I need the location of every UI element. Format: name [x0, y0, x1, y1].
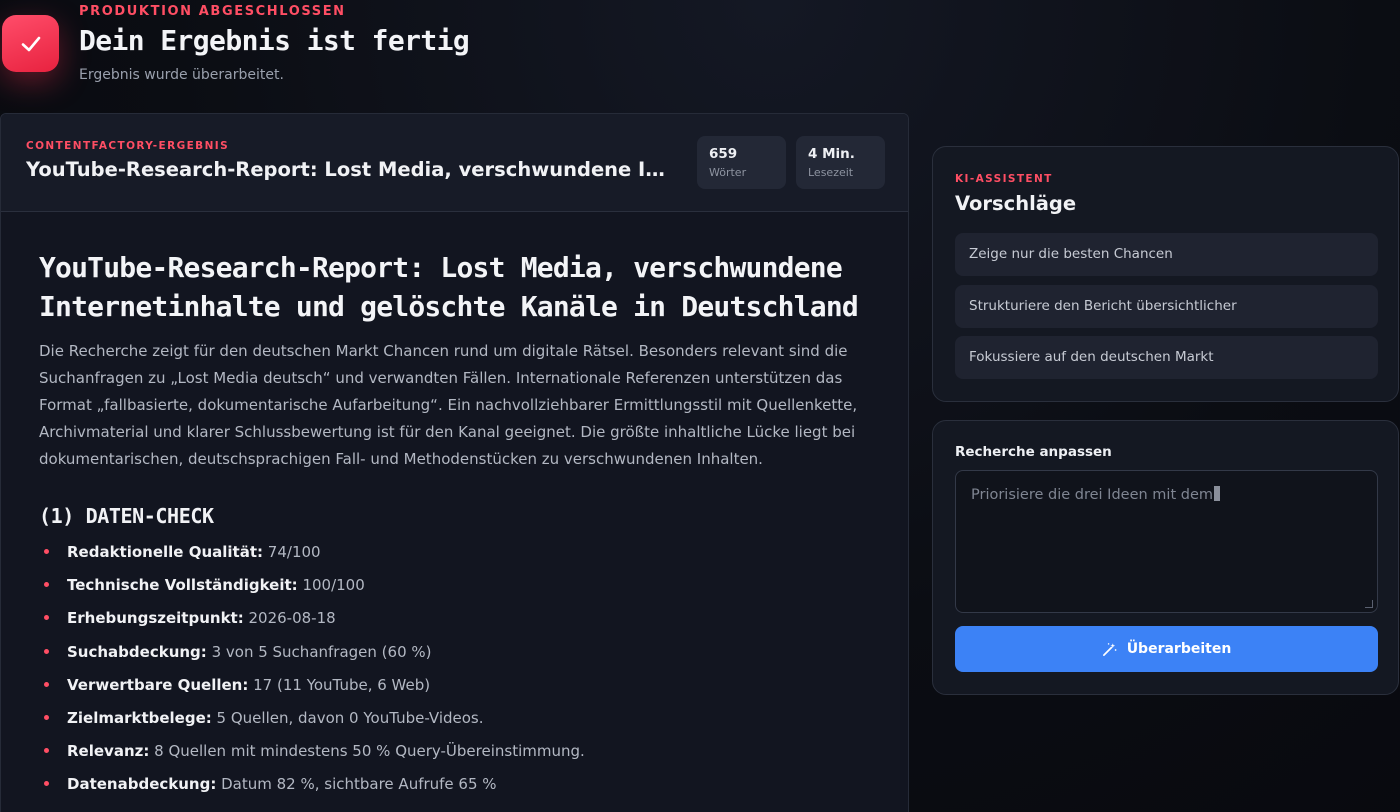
result-card-header: CONTENTFACTORY-ERGEBNIS YouTube-Research…: [1, 114, 908, 212]
list-item: Redaktionelle Qualität: 74/100: [39, 542, 879, 575]
assistant-title: Vorschläge: [955, 192, 1077, 215]
revise-button-label: Überarbeiten: [1126, 641, 1232, 657]
fact-value: 3 von 5 Suchanfragen (60 %): [211, 642, 432, 661]
page-title: Dein Ergebnis ist fertig: [79, 24, 470, 57]
list-item: Zielmarktbelege: 5 Quellen, davon 0 YouT…: [39, 708, 879, 741]
stat-label: Lesezeit: [808, 166, 854, 179]
fact-value: 2026-08-18: [248, 609, 336, 628]
list-item: Datenabdeckung: Datum 82 %, sichtbare Au…: [39, 774, 879, 807]
magic-wand-icon: [1102, 642, 1117, 656]
success-badge: [2, 15, 59, 72]
report-intro: Die Recherche zeigt für den deutschen Ma…: [39, 342, 858, 468]
section-title: (1) DATEN-CHECK: [39, 504, 214, 528]
bullet-icon: [44, 748, 49, 754]
result-title: YouTube-Research-Report: Lost Media, ver…: [26, 158, 676, 181]
bullet-icon: [44, 681, 49, 687]
list-item: Technische Vollständigkeit: 100/100: [39, 575, 879, 608]
list-item: Verwertbare Quellen: 17 (11 YouTube, 6 W…: [39, 675, 879, 708]
adjust-textarea[interactable]: Priorisiere die drei Ideen mit dem: [955, 470, 1378, 613]
fact-key: Technische Vollständigkeit:: [67, 576, 298, 595]
assistant-eyebrow: KI-ASSISTENT: [955, 173, 1053, 185]
stat-reading-time: 4 Min. Lesezeit: [796, 136, 885, 189]
stat-value: 4 Min.: [808, 146, 855, 162]
report-heading: YouTube-Research-Report: Lost Media, ver…: [39, 251, 859, 323]
suggestion-best-chances[interactable]: Zeige nur die besten Chancen: [955, 233, 1378, 276]
fact-key: Datenabdeckung:: [67, 775, 217, 794]
fact-key: Suchabdeckung:: [67, 642, 207, 661]
result-card: CONTENTFACTORY-ERGEBNIS YouTube-Research…: [0, 113, 909, 812]
suggestion-structure-report[interactable]: Strukturiere den Bericht übersichtlicher: [955, 285, 1378, 328]
list-item: Erhebungszeitpunkt: 2026-08-18: [39, 608, 879, 641]
checkmark-icon: [21, 36, 40, 51]
bullet-icon: [44, 582, 49, 588]
text-caret: [1214, 486, 1221, 501]
fact-key: Zielmarktbelege:: [67, 708, 212, 727]
list-item: Suchabdeckung: 3 von 5 Suchanfragen (60 …: [39, 642, 879, 675]
revise-button[interactable]: Überarbeiten: [955, 626, 1378, 672]
adjust-research-card: Recherche anpassen Priorisiere die drei …: [932, 420, 1399, 695]
bullet-icon: [44, 714, 49, 720]
fact-key: Erhebungszeitpunkt:: [67, 609, 244, 628]
fact-key: Verwertbare Quellen:: [67, 675, 249, 694]
fact-key: Relevanz:: [67, 742, 150, 761]
fact-key: Redaktionelle Qualität:: [67, 543, 264, 561]
fact-value: 8 Quellen mit mindestens 50 % Query-Über…: [154, 742, 585, 761]
fact-value: 5 Quellen, davon 0 YouTube-Videos.: [216, 708, 484, 727]
fact-value: 74/100: [267, 543, 321, 561]
fact-value: Datum 82 %, sichtbare Aufrufe 65 %: [221, 775, 497, 794]
adjust-label: Recherche anpassen: [955, 444, 1112, 460]
stat-label: Wörter: [709, 166, 747, 179]
result-eyebrow: CONTENTFACTORY-ERGEBNIS: [26, 140, 230, 152]
bullet-icon: [44, 648, 49, 654]
ai-assistant-card: KI-ASSISTENT Vorschläge Zeige nur die be…: [932, 146, 1399, 402]
adjust-textarea-value: Priorisiere die drei Ideen mit dem: [971, 487, 1214, 503]
resize-handle-icon[interactable]: [1365, 600, 1373, 608]
fact-value: 17 (11 YouTube, 6 Web): [253, 675, 431, 694]
suggestion-focus-german-market[interactable]: Fokussiere auf den deutschen Markt: [955, 336, 1378, 379]
bullet-icon: [44, 549, 49, 554]
page-subtitle: Ergebnis wurde überarbeitet.: [79, 67, 284, 83]
data-check-list: Redaktionelle Qualität: 74/100 Technisch…: [39, 542, 879, 808]
report-content: YouTube-Research-Report: Lost Media, ver…: [39, 248, 879, 808]
status-eyebrow: PRODUKTION ABGESCHLOSSEN: [79, 4, 346, 19]
fact-value: 100/100: [302, 576, 365, 595]
stat-value: 659: [709, 146, 738, 162]
bullet-icon: [44, 781, 49, 787]
list-item: Relevanz: 8 Quellen mit mindestens 50 % …: [39, 741, 879, 774]
stat-word-count: 659 Wörter: [697, 136, 786, 189]
bullet-icon: [44, 615, 49, 621]
